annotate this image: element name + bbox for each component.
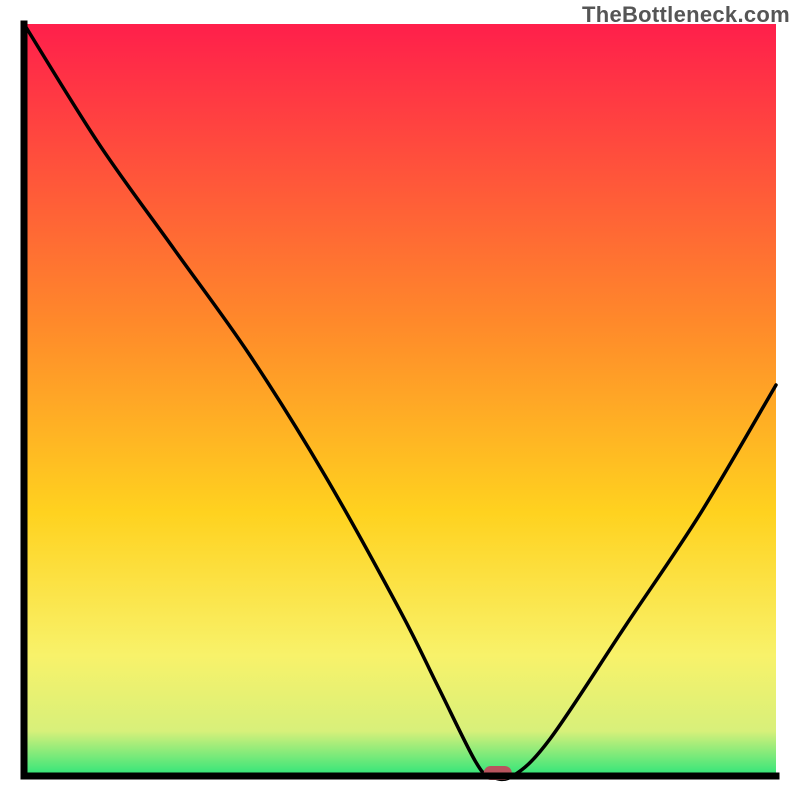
bottleneck-chart — [0, 0, 800, 800]
plot-background — [24, 24, 776, 776]
chart-container: TheBottleneck.com — [0, 0, 800, 800]
watermark-text: TheBottleneck.com — [582, 2, 790, 28]
